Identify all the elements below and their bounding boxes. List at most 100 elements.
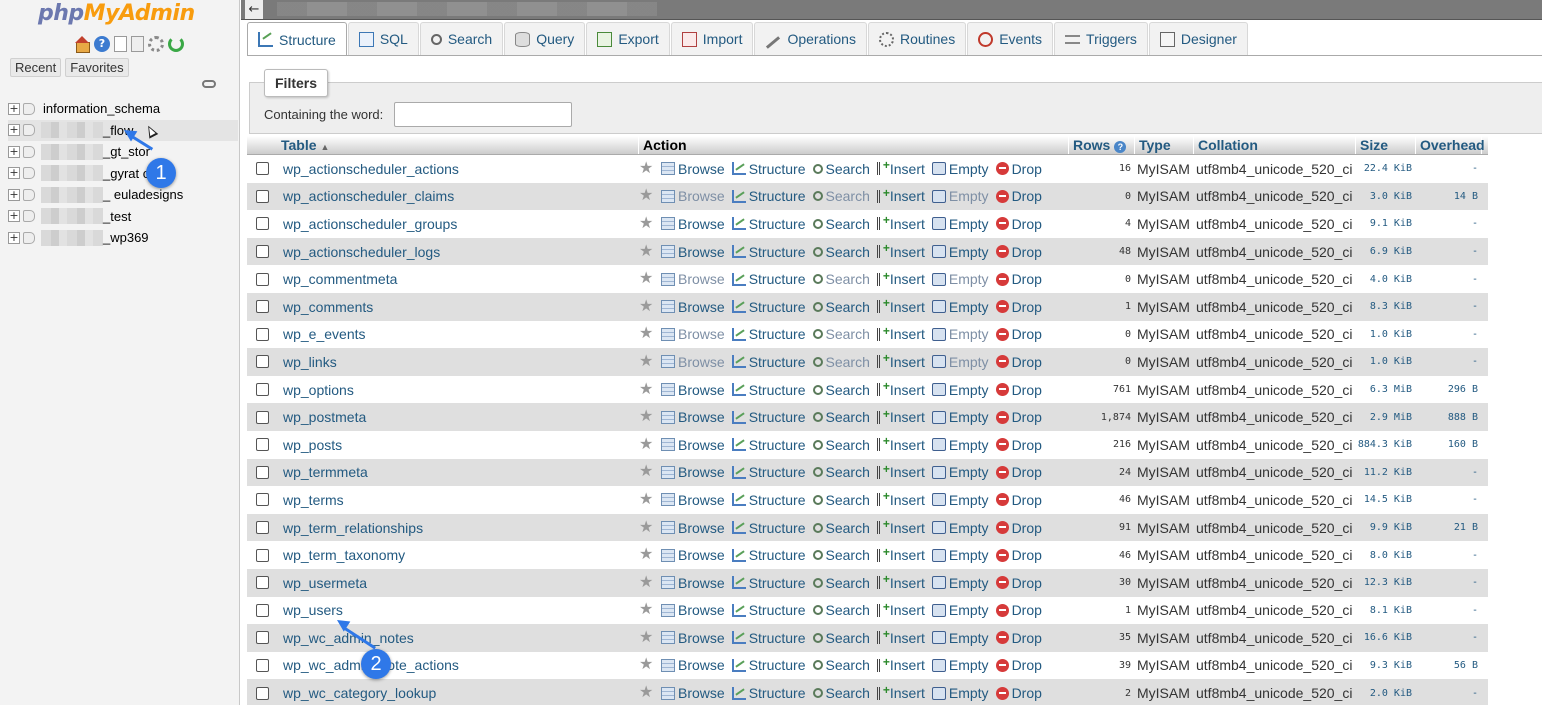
favorite-star-icon[interactable]: ★: [639, 464, 655, 480]
row-checkbox[interactable]: [255, 493, 269, 507]
structure-action[interactable]: Structure: [731, 464, 806, 480]
favorite-star-icon[interactable]: ★: [639, 243, 655, 260]
row-checkbox[interactable]: [255, 189, 269, 203]
structure-action[interactable]: Structure: [731, 547, 806, 563]
table-size[interactable]: 14.5 KiB: [1356, 494, 1416, 505]
empty-action[interactable]: Empty: [931, 299, 989, 315]
table-size[interactable]: 4.0 KiB: [1356, 274, 1416, 285]
table-name-link[interactable]: wp_e_events: [277, 326, 639, 342]
favorite-star-icon[interactable]: ★: [639, 381, 655, 398]
database-item[interactable]: + _gyrat chs: [8, 163, 238, 185]
empty-action[interactable]: Empty: [931, 161, 989, 177]
structure-action[interactable]: Structure: [731, 409, 806, 425]
breadcrumb-path[interactable]: [277, 2, 657, 16]
row-checkbox[interactable]: [255, 245, 269, 259]
expand-plus-icon[interactable]: +: [8, 102, 20, 115]
search-action[interactable]: Search: [812, 271, 870, 287]
favorite-star-icon[interactable]: ★: [639, 436, 655, 453]
expand-plus-icon[interactable]: +: [8, 145, 20, 158]
table-overhead[interactable]: -: [1416, 246, 1482, 257]
search-action[interactable]: Search: [812, 216, 870, 232]
header-type[interactable]: Type: [1135, 136, 1194, 154]
empty-action[interactable]: Empty: [931, 492, 989, 508]
drop-action[interactable]: Drop: [995, 685, 1042, 701]
browse-action[interactable]: Browse: [661, 685, 725, 701]
drop-action[interactable]: Drop: [995, 547, 1042, 563]
favorite-star-icon[interactable]: ★: [639, 657, 655, 673]
browse-action[interactable]: Browse: [661, 464, 725, 480]
table-size[interactable]: 12.3 KiB: [1356, 577, 1416, 588]
favorites-tab[interactable]: Favorites: [65, 58, 129, 77]
browse-action[interactable]: Browse: [661, 271, 725, 287]
search-action[interactable]: Search: [812, 437, 870, 453]
table-overhead[interactable]: -: [1416, 218, 1482, 229]
table-size[interactable]: 1.0 KiB: [1356, 356, 1416, 367]
database-item[interactable]: + _wp369: [8, 227, 238, 249]
favorite-star-icon[interactable]: ★: [639, 547, 655, 563]
structure-action[interactable]: Structure: [731, 188, 806, 204]
table-overhead[interactable]: 14 B: [1416, 191, 1482, 202]
empty-action[interactable]: Empty: [931, 464, 989, 480]
table-overhead[interactable]: -: [1416, 301, 1482, 312]
drop-action[interactable]: Drop: [995, 602, 1042, 618]
row-checkbox[interactable]: [255, 300, 269, 314]
favorite-star-icon[interactable]: ★: [639, 409, 655, 425]
search-action[interactable]: Search: [812, 161, 870, 177]
database-item[interactable]: + information_schema: [8, 98, 238, 120]
table-overhead[interactable]: -: [1416, 550, 1482, 561]
table-size[interactable]: 11.2 KiB: [1356, 467, 1416, 478]
table-size[interactable]: 6.9 KiB: [1356, 246, 1416, 257]
table-size[interactable]: 9.3 KiB: [1356, 660, 1416, 671]
database-item[interactable]: + _gt_stor: [8, 141, 238, 163]
expand-plus-icon[interactable]: +: [8, 167, 20, 180]
table-size[interactable]: 6.3 MiB: [1356, 384, 1416, 395]
table-name-link[interactable]: wp_actionscheduler_groups: [277, 216, 639, 232]
browse-action[interactable]: Browse: [661, 382, 725, 398]
table-overhead[interactable]: -: [1416, 605, 1482, 616]
favorite-star-icon[interactable]: ★: [639, 602, 655, 618]
table-name-link[interactable]: wp_options: [277, 382, 639, 398]
insert-action[interactable]: Insert: [876, 545, 925, 563]
browse-action[interactable]: Browse: [661, 657, 725, 673]
browse-action[interactable]: Browse: [661, 575, 725, 591]
insert-action[interactable]: Insert: [876, 407, 925, 425]
table-overhead[interactable]: -: [1416, 163, 1482, 174]
row-checkbox[interactable]: [255, 410, 269, 424]
search-action[interactable]: Search: [812, 492, 870, 508]
table-name-link[interactable]: wp_terms: [277, 492, 639, 508]
row-checkbox[interactable]: [255, 686, 269, 700]
search-action[interactable]: Search: [812, 299, 870, 315]
structure-action[interactable]: Structure: [731, 354, 806, 370]
search-action[interactable]: Search: [812, 547, 870, 563]
database-name[interactable]: _wp369: [103, 230, 149, 245]
drop-action[interactable]: Drop: [995, 299, 1042, 315]
structure-action[interactable]: Structure: [731, 299, 806, 315]
database-name[interactable]: _gt_stor: [103, 144, 150, 159]
favorite-star-icon[interactable]: ★: [639, 491, 655, 508]
row-checkbox[interactable]: [255, 438, 269, 452]
drop-action[interactable]: Drop: [995, 326, 1042, 342]
tab-query[interactable]: Query: [504, 22, 586, 55]
empty-action[interactable]: Empty: [931, 409, 989, 425]
empty-action[interactable]: Empty: [931, 188, 989, 204]
insert-action[interactable]: Insert: [876, 655, 925, 673]
drop-action[interactable]: Drop: [995, 657, 1042, 673]
browse-action[interactable]: Browse: [661, 437, 725, 453]
tab-sql[interactable]: SQL: [347, 22, 419, 55]
table-size[interactable]: 884.3 KiB: [1356, 439, 1416, 450]
row-checkbox[interactable]: [255, 217, 269, 231]
browse-action[interactable]: Browse: [661, 492, 725, 508]
empty-action[interactable]: Empty: [931, 244, 989, 260]
drop-action[interactable]: Drop: [995, 575, 1042, 591]
table-name-link[interactable]: wp_posts: [277, 437, 639, 453]
insert-action[interactable]: Insert: [876, 572, 925, 591]
header-overhead[interactable]: Overhead: [1416, 136, 1485, 154]
table-size[interactable]: 3.0 KiB: [1356, 191, 1416, 202]
header-collation[interactable]: Collation: [1194, 136, 1356, 154]
empty-action[interactable]: Empty: [931, 354, 989, 370]
empty-action[interactable]: Empty: [931, 547, 989, 563]
table-name-link[interactable]: wp_term_taxonomy: [277, 547, 639, 563]
table-overhead[interactable]: -: [1416, 274, 1482, 285]
empty-action[interactable]: Empty: [931, 271, 989, 287]
favorite-star-icon[interactable]: ★: [639, 160, 655, 177]
